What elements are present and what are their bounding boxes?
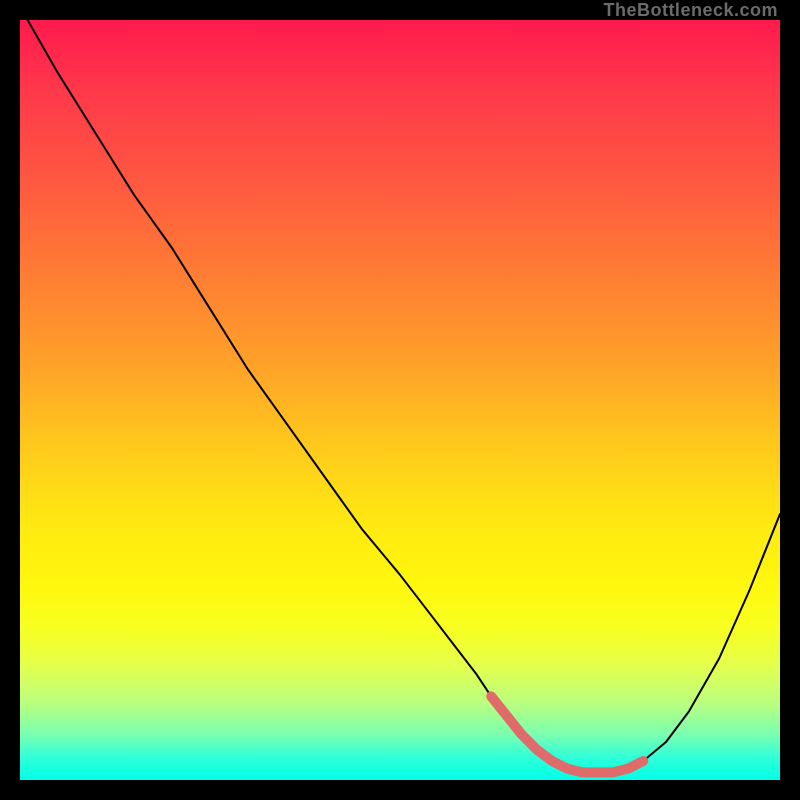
curve-svg <box>20 20 780 780</box>
chart-frame: TheBottleneck.com <box>0 0 800 800</box>
watermark-text: TheBottleneck.com <box>603 0 778 21</box>
gradient-plot-area <box>20 20 780 780</box>
bottleneck-curve <box>28 20 780 772</box>
optimal-range-highlight <box>491 696 643 772</box>
